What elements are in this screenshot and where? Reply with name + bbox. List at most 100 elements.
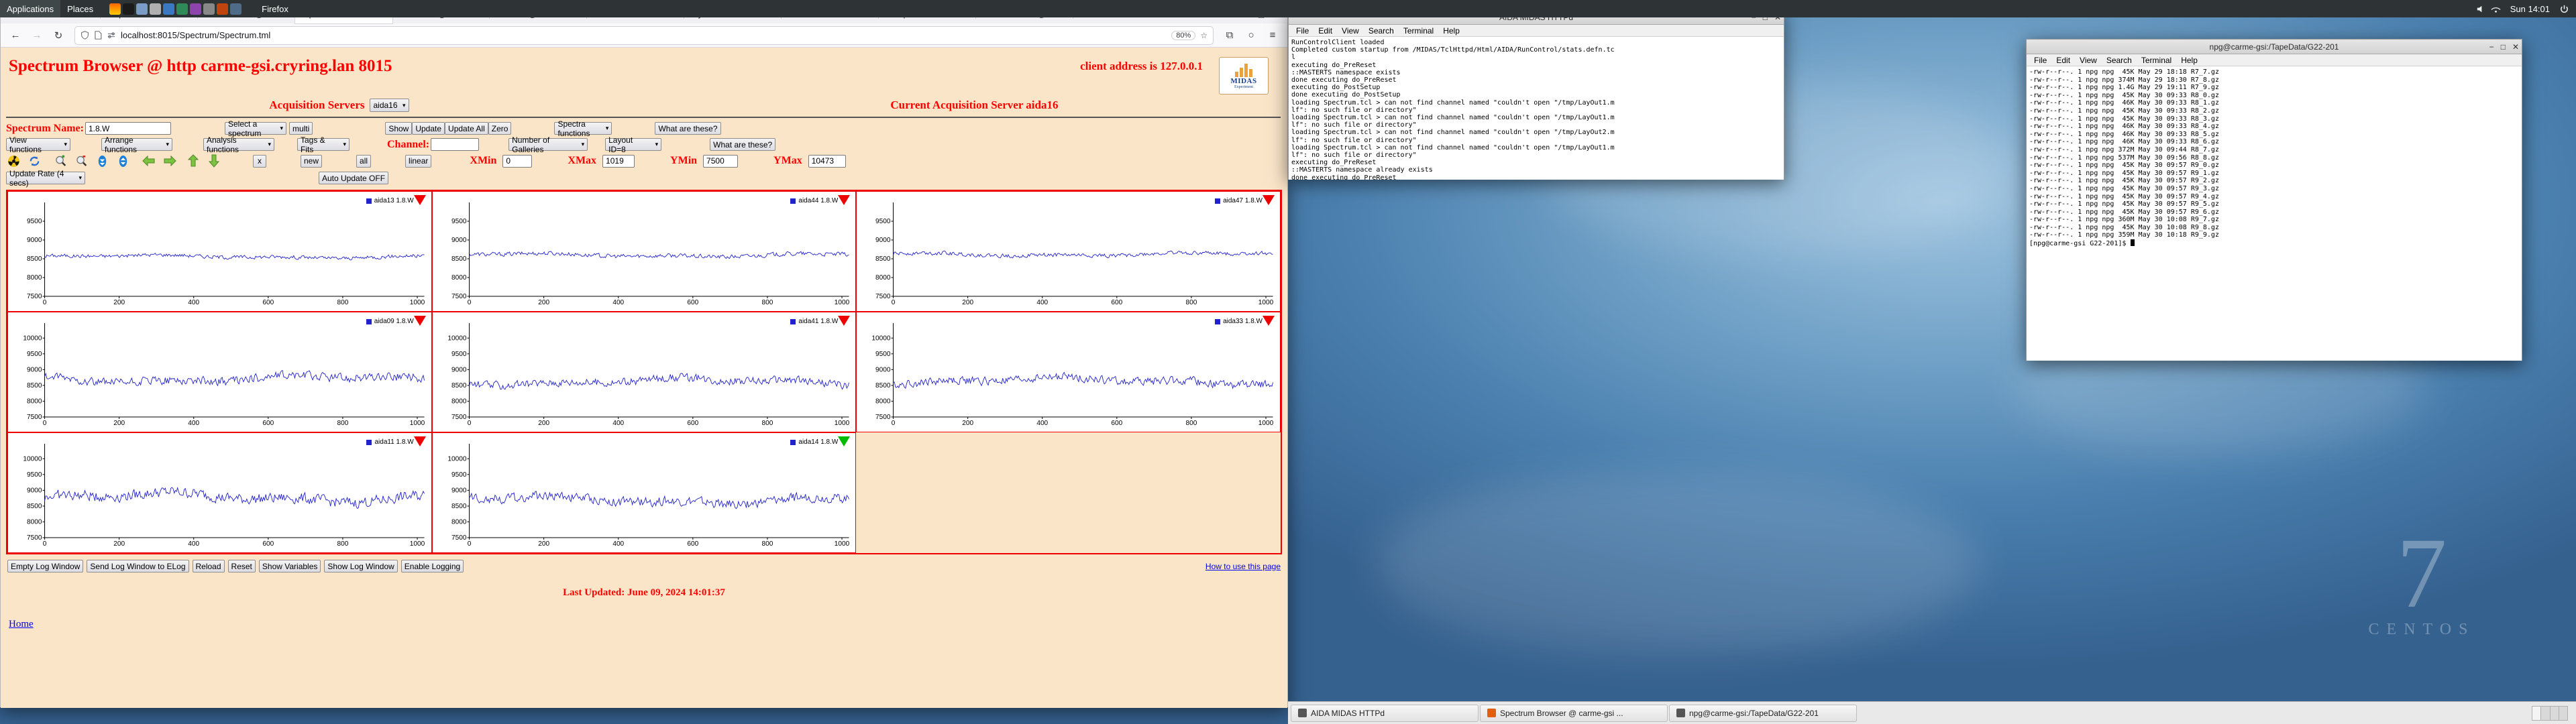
panel-marker-red[interactable]	[1263, 316, 1275, 326]
launcher-files-icon[interactable]	[136, 3, 148, 15]
acquisition-servers-select[interactable]: aida16 ▾	[370, 99, 409, 112]
menu-terminal[interactable]: Terminal	[1399, 26, 1438, 36]
page-info-icon[interactable]	[94, 31, 102, 40]
radiation-icon[interactable]	[6, 154, 21, 168]
bottom-button-0[interactable]: Empty Log Window	[7, 560, 83, 572]
zero-button[interactable]: Zero	[488, 122, 512, 135]
applications-menu[interactable]: Applications	[0, 0, 60, 17]
close-icon[interactable]: ✕	[2512, 43, 2519, 51]
menu-edit[interactable]: Edit	[1313, 26, 1337, 36]
xmin-input[interactable]: 0	[502, 155, 532, 168]
extensions-button[interactable]: ⧉	[1220, 26, 1239, 45]
update-all-button[interactable]: Update All	[445, 122, 488, 135]
power-icon[interactable]	[2559, 4, 2569, 14]
layout-id-dropdown[interactable]: Layout ID=8 ▾	[605, 138, 661, 151]
back-button[interactable]: ←	[6, 26, 25, 45]
all-button[interactable]: all	[356, 155, 371, 168]
channel-input[interactable]	[431, 138, 479, 151]
analysis-functions-dropdown[interactable]: Analysis functions ▾	[203, 138, 274, 151]
ymax-input[interactable]: 10473	[808, 155, 846, 168]
how-to-use-link[interactable]: How to use this page	[1205, 562, 1281, 571]
workspace-switcher[interactable]	[2532, 706, 2568, 721]
tape-terminal-titlebar[interactable]: npg@carme-gsi:/TapeData/G22-201 − □ ✕	[2027, 40, 2522, 54]
forward-button[interactable]: →	[28, 26, 46, 45]
bottom-button-1[interactable]: Send Log Window to ELog	[87, 560, 189, 572]
active-app-menu[interactable]: Firefox	[251, 0, 295, 17]
auto-update-toggle[interactable]: Auto Update OFF	[319, 172, 388, 184]
what-are-these-button-2[interactable]: What are these?	[710, 138, 775, 151]
spectrum-panel-4[interactable]: aida09 1.8.W7500800085009000950010000020…	[7, 312, 432, 432]
arrow-right-icon[interactable]	[162, 154, 177, 168]
spectrum-panel-5[interactable]: aida41 1.8.W7500800085009000950010000020…	[432, 312, 857, 432]
panel-marker-red[interactable]	[414, 316, 426, 326]
spectrum-panel-1[interactable]: aida13 1.8.W7500800085009000950002004006…	[7, 191, 432, 312]
what-are-these-button-1[interactable]: What are these?	[655, 122, 720, 135]
launcher-archive-icon[interactable]	[217, 3, 228, 15]
launcher-misc-icon[interactable]	[230, 3, 241, 15]
menu-terminal[interactable]: Terminal	[2137, 56, 2176, 65]
volume-icon[interactable]	[2475, 4, 2485, 14]
panel-marker-red[interactable]	[838, 195, 850, 205]
tags-and-fits-dropdown[interactable]: Tags & Fits ▾	[297, 138, 350, 151]
multi-button[interactable]: multi	[289, 122, 313, 135]
launcher-calc-icon[interactable]	[176, 3, 188, 15]
address-bar-text[interactable]: localhost:8015/Spectrum/Spectrum.tml	[121, 30, 1167, 40]
arrow-down-icon[interactable]	[207, 154, 221, 168]
number-of-galleries-dropdown[interactable]: Number of Galleries ▾	[508, 138, 588, 151]
launcher-mail-icon[interactable]	[163, 3, 174, 15]
zoom-in-icon[interactable]	[53, 154, 68, 168]
show-button[interactable]: Show	[385, 122, 412, 135]
ymin-input[interactable]: 7500	[703, 155, 738, 168]
account-button[interactable]: ○	[1242, 26, 1260, 45]
view-functions-dropdown[interactable]: View functions ▾	[6, 138, 70, 151]
menu-file[interactable]: File	[1291, 26, 1313, 36]
panel-marker-green[interactable]	[838, 436, 850, 446]
taskbar-task-1[interactable]: Spectrum Browser @ carme-gsi ...	[1480, 705, 1668, 722]
maximize-icon[interactable]: □	[2501, 43, 2506, 51]
launcher-terminal-icon[interactable]	[123, 3, 134, 15]
arrow-left-icon[interactable]	[142, 154, 156, 168]
minimize-icon[interactable]: −	[2489, 43, 2494, 51]
menu-search[interactable]: Search	[2102, 56, 2137, 65]
linear-button[interactable]: linear	[405, 155, 431, 168]
tracking-protection-icon[interactable]	[107, 32, 116, 40]
menu-edit[interactable]: Edit	[2051, 56, 2075, 65]
bottom-button-4[interactable]: Show Variables	[259, 560, 321, 572]
menu-view[interactable]: View	[2075, 56, 2102, 65]
bookmark-star-icon[interactable]: ☆	[1200, 31, 1208, 40]
arrow-up-icon[interactable]	[186, 154, 201, 168]
new-button[interactable]: new	[301, 155, 322, 168]
bottom-button-5[interactable]: Show Log Window	[324, 560, 397, 572]
panel-marker-red[interactable]	[838, 316, 850, 326]
arrange-functions-dropdown[interactable]: Arrange functions ▾	[101, 138, 172, 151]
reload-button[interactable]: ↻	[49, 26, 68, 45]
bottom-button-6[interactable]: Enable Logging	[401, 560, 464, 572]
app-menu-button[interactable]: ≡	[1263, 26, 1282, 45]
spectrum-panel-8[interactable]: aida14 1.8.W7500800085009000950010000020…	[432, 432, 857, 553]
select-spectrum-dropdown[interactable]: Select a spectrum ▾	[225, 122, 286, 135]
panel-marker-red[interactable]	[414, 436, 426, 446]
menu-search[interactable]: Search	[1364, 26, 1399, 36]
clock[interactable]: Sun 14:01	[2504, 0, 2557, 17]
taskbar-task-2[interactable]: npg@carme-gsi:/TapeData/G22-201	[1669, 705, 1857, 722]
update-rate-dropdown[interactable]: Update Rate (4 secs) ▾	[6, 172, 85, 184]
shield-icon[interactable]	[80, 31, 89, 40]
launcher-settings-icon[interactable]	[203, 3, 215, 15]
bottom-button-3[interactable]: Reset	[228, 560, 256, 572]
menu-file[interactable]: File	[2029, 56, 2051, 65]
address-bar[interactable]: localhost:8015/Spectrum/Spectrum.tml 80%…	[74, 26, 1214, 45]
home-link[interactable]: Home	[9, 619, 1287, 630]
menu-view[interactable]: View	[1337, 26, 1364, 36]
network-icon[interactable]	[2491, 4, 2501, 14]
spectrum-panel-6[interactable]: aida33 1.8.W7500800085009000950010000020…	[856, 312, 1281, 432]
collapse-vertical-icon[interactable]	[95, 154, 109, 168]
zoom-level-badge[interactable]: 80%	[1171, 31, 1195, 40]
refresh-icon[interactable]	[27, 154, 42, 168]
launcher-media-icon[interactable]	[190, 3, 201, 15]
spectrum-panel-2[interactable]: aida44 1.8.W7500800085009000950002004006…	[432, 191, 857, 312]
spectra-functions-dropdown[interactable]: Spectra functions ▾	[554, 122, 612, 135]
spectrum-panel-3[interactable]: aida47 1.8.W7500800085009000950002004006…	[856, 191, 1281, 312]
xmax-input[interactable]: 1019	[602, 155, 635, 168]
expand-vertical-icon[interactable]	[115, 154, 130, 168]
spectrum-name-input[interactable]: 1.8.W	[85, 122, 171, 135]
